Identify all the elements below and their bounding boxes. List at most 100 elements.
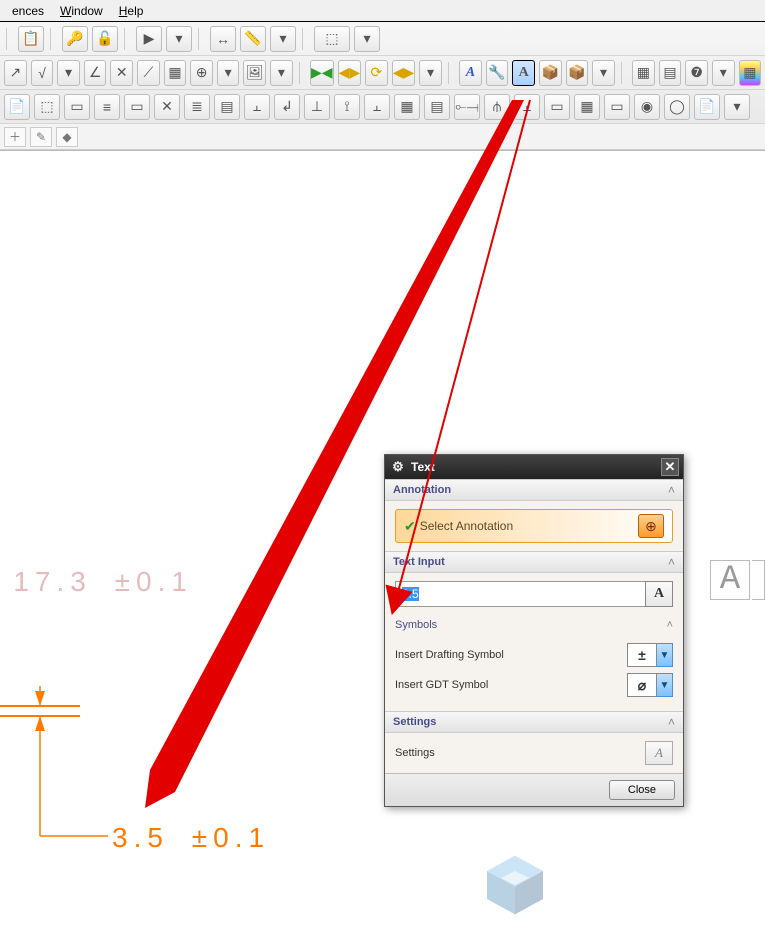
gdt-symbol-dropdown[interactable]: ⌀ ▼ (627, 673, 673, 697)
mini-btn[interactable]: ✎ (30, 127, 52, 147)
toolbar-btn[interactable]: 📦 (566, 60, 589, 86)
toolbar-btn[interactable]: 📦 (539, 60, 562, 86)
close-icon[interactable]: ✕ (661, 458, 679, 476)
toolbar-btn[interactable]: ↗ (4, 60, 27, 86)
toolbar-btn[interactable]: ⟋ (137, 60, 160, 86)
toolbar-btn[interactable]: ▶ (136, 26, 162, 52)
toolbar-btn[interactable]: ❼ (685, 60, 708, 86)
drafting-symbol-label: Insert Drafting Symbol (395, 649, 504, 661)
toolbar-btn[interactable]: 🔑 (62, 26, 88, 52)
toolbar-row-1: 📋 🔑 🔓 ▶ ▾ ↔ 📏 ▾ ⬚ ▾ (0, 22, 765, 56)
toolbar-btn[interactable]: 📋 (18, 26, 44, 52)
toolbar-btn[interactable]: ▦ (632, 60, 655, 86)
insert-drafting-symbol-row: Insert Drafting Symbol ± ▼ (395, 643, 673, 667)
toolbar-btn-font[interactable]: A (459, 60, 482, 86)
toolbar-btn[interactable]: ⊕ (190, 60, 213, 86)
toolbar-btn[interactable]: √ (31, 60, 54, 86)
toolbar-btn[interactable]: ↔ (210, 26, 236, 52)
toolbar-btn[interactable]: ⬚ (314, 26, 350, 52)
gear-icon[interactable]: ⚙ (389, 458, 407, 476)
dialog-footer: Close (385, 773, 683, 806)
toolbar-btn[interactable]: ▦ (574, 94, 600, 120)
toolbar-btn[interactable]: ▦ (394, 94, 420, 120)
toolbar-btn[interactable]: ⊥ (304, 94, 330, 120)
menubar: ences Window Help (0, 0, 765, 22)
toolbar-btn[interactable]: 🔓 (92, 26, 118, 52)
check-icon: ✔ (404, 518, 416, 535)
symbols-header[interactable]: Symbols ˄ (395, 615, 673, 637)
chevron-down-icon[interactable]: ▼ (657, 673, 673, 697)
toolbar-btn[interactable]: ▾ (724, 94, 750, 120)
ghost-letter-a: A (710, 560, 750, 600)
chevron-up-icon: ˄ (668, 555, 675, 569)
toolbar-btn[interactable]: ⟜⟞ (454, 94, 480, 120)
toolbar-btn[interactable]: ▾ (354, 26, 380, 52)
toolbar-btn-text-active[interactable]: A (512, 60, 535, 86)
toolbar-btn[interactable]: ▾ (592, 60, 615, 86)
toolbar-btn[interactable]: ◀▶ (392, 60, 416, 86)
toolbar-btn[interactable]: ▦ (164, 60, 187, 86)
toolbar-btn[interactable]: ≡ (94, 94, 120, 120)
toolbar-btn[interactable]: ▭ (604, 94, 630, 120)
toolbar-btn[interactable]: ↲ (274, 94, 300, 120)
toolbar-btn[interactable]: ⫠ (514, 94, 540, 120)
toolbar-btn[interactable]: ▾ (217, 60, 240, 86)
toolbar-btn[interactable]: ▾ (166, 26, 192, 52)
toolbar-btn[interactable]: ▾ (712, 60, 735, 86)
toolbar-btn[interactable]: 📄 (4, 94, 30, 120)
toolbar-btn[interactable]: ▤ (424, 94, 450, 120)
toolbar-btn[interactable]: ▾ (419, 60, 442, 86)
toolbar-btn[interactable]: ⟟ (334, 94, 360, 120)
toolbar-btn[interactable]: ▶◀ (310, 60, 334, 86)
chevron-up-icon: ˄ (667, 619, 673, 631)
toolbar-btn[interactable]: ⫠ (244, 94, 270, 120)
close-button[interactable]: Close (609, 780, 675, 800)
toolbar-btn[interactable]: ◯ (664, 94, 690, 120)
mini-btn[interactable]: ◆ (56, 127, 78, 147)
target-icon[interactable]: ⊕ (638, 514, 664, 538)
dialog-titlebar[interactable]: ⚙ Text ✕ (385, 455, 683, 479)
toolbar-btn[interactable]: ▾ (270, 60, 293, 86)
toolbar-btn[interactable]: ▭ (64, 94, 90, 120)
toolbar-btn[interactable]: ◀▶ (338, 60, 362, 86)
section-settings-header[interactable]: Settings ˄ (385, 711, 683, 733)
text-input-field[interactable] (396, 583, 645, 605)
toolbar-btn[interactable]: ⬚ (34, 94, 60, 120)
dimension-1: -17.3 ±0.1 (0, 566, 193, 600)
select-annotation-label: Select Annotation (420, 519, 638, 533)
font-settings-icon[interactable]: A (645, 741, 673, 765)
toolbar-btn[interactable]: ▭ (124, 94, 150, 120)
toolbar-btn[interactable]: ▤ (659, 60, 682, 86)
font-letter-icon[interactable]: A (645, 581, 673, 607)
toolbar-btn[interactable]: ✕ (154, 94, 180, 120)
menu-ences[interactable]: ences (4, 2, 52, 20)
toolbar-btn[interactable]: ▦ (739, 60, 762, 86)
toolbar-btn[interactable]: ⟳ (365, 60, 388, 86)
toolbar-btn[interactable]: ▤ (214, 94, 240, 120)
toolbar-btn[interactable]: ⫛ (484, 94, 510, 120)
menu-help[interactable]: Help (111, 2, 152, 20)
toolbar-btn[interactable]: ▾ (270, 26, 296, 52)
chevron-up-icon: ˄ (668, 483, 675, 497)
toolbar-btn[interactable]: ▾ (57, 60, 80, 86)
toolbar-btn[interactable]: ∠ (84, 60, 107, 86)
gdt-symbol-value: ⌀ (627, 673, 657, 697)
settings-label: Settings (395, 747, 435, 759)
toolbar-btn[interactable]: ✕ (110, 60, 133, 86)
mini-btn[interactable]: ＋ (4, 127, 26, 147)
toolbar-btn[interactable]: 🔧 (486, 60, 509, 86)
select-annotation-row[interactable]: ✔ Select Annotation ⊕ (395, 509, 673, 543)
toolbar-btn[interactable]: ≣ (184, 94, 210, 120)
menu-window[interactable]: Window (52, 2, 111, 20)
toolbar-btn[interactable]: ◉ (634, 94, 660, 120)
toolbar-btn[interactable]: ⫠ (364, 94, 390, 120)
section-annotation-header[interactable]: Annotation ˄ (385, 479, 683, 501)
section-annotation-body: ✔ Select Annotation ⊕ (385, 501, 683, 551)
section-text-input-header[interactable]: Text Input ˄ (385, 551, 683, 573)
toolbar-btn[interactable]: 📄 (694, 94, 720, 120)
toolbar-btn[interactable]: 📏 (240, 26, 266, 52)
chevron-down-icon[interactable]: ▼ (657, 643, 673, 667)
drafting-symbol-dropdown[interactable]: ± ▼ (627, 643, 673, 667)
toolbar-btn[interactable]: ▭ (544, 94, 570, 120)
toolbar-btn[interactable]: 🖼 (243, 60, 266, 86)
